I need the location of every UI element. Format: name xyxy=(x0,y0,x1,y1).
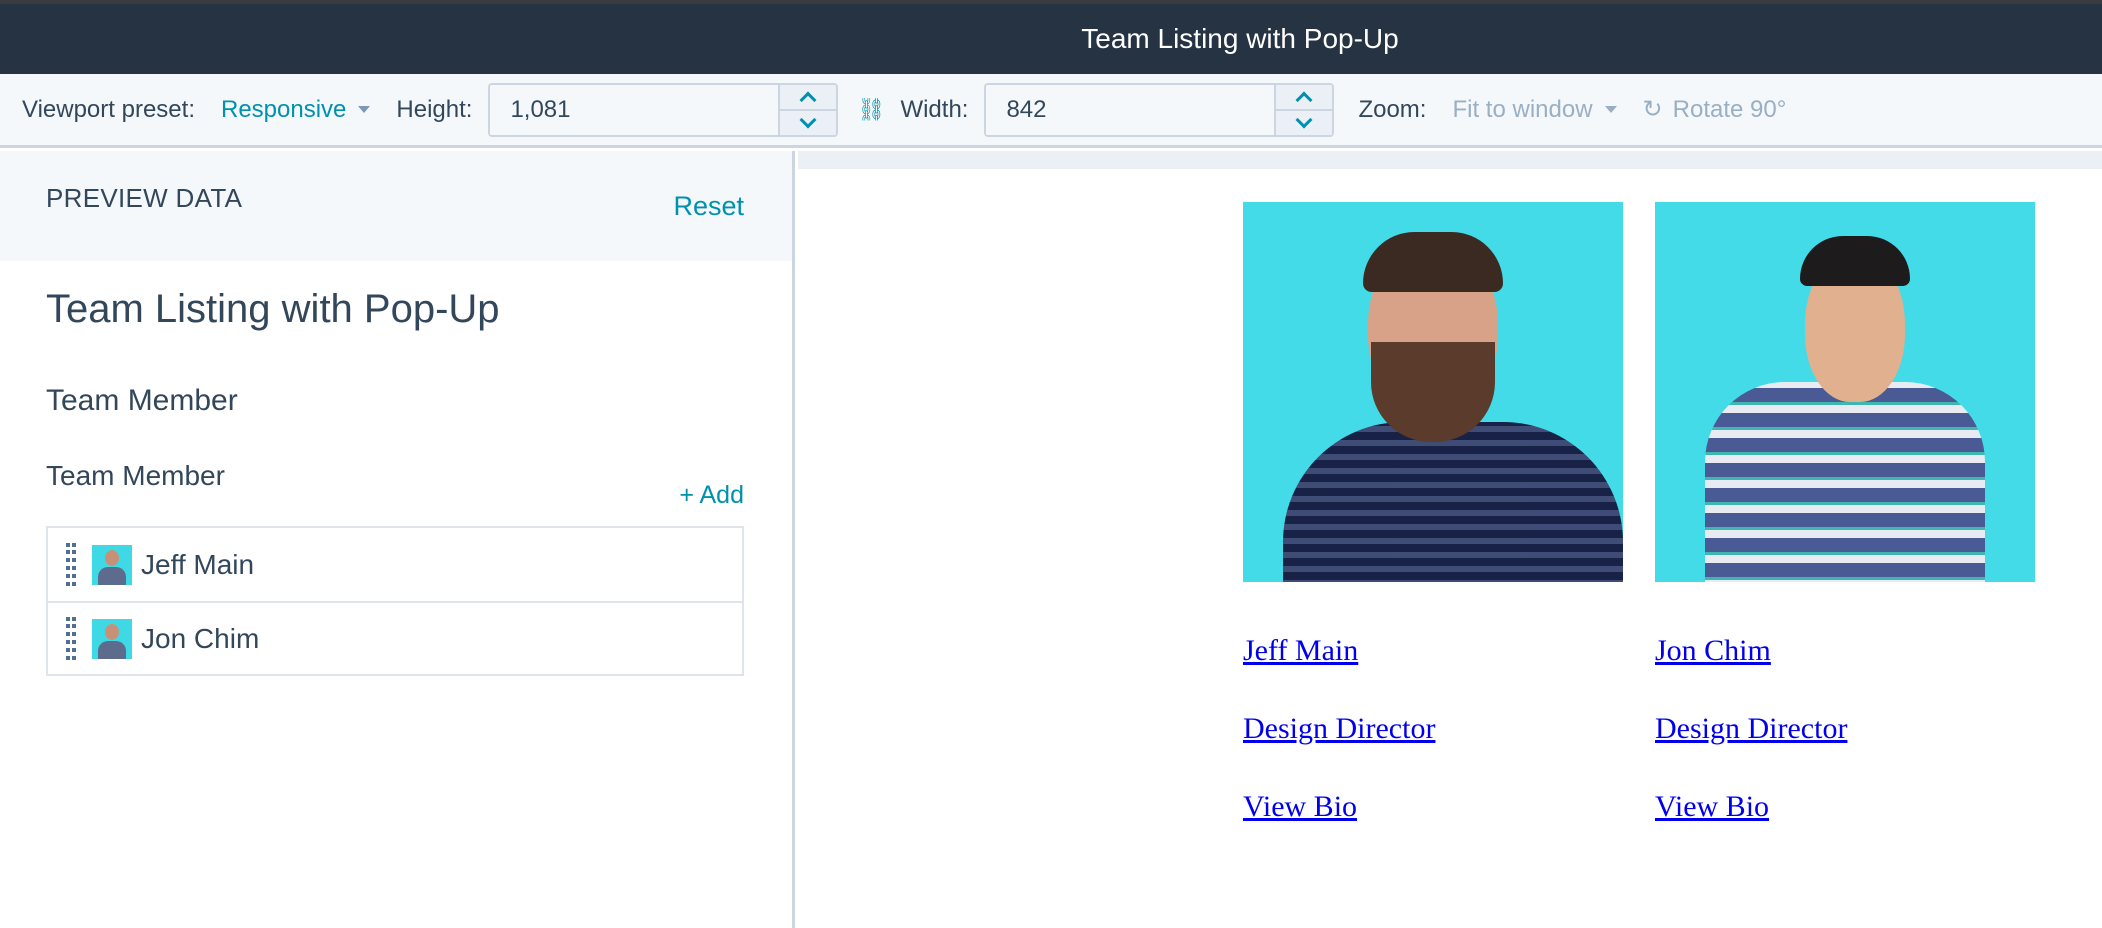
view-bio-link[interactable]: View Bio xyxy=(1655,790,2035,824)
zoom-value: Fit to window xyxy=(1452,95,1593,123)
view-bio-link[interactable]: View Bio xyxy=(1243,790,1623,824)
preview-canvas: Jeff Main Design Director View Bio Jon C… xyxy=(798,151,2102,928)
width-increment-button[interactable] xyxy=(1276,85,1333,111)
field-label: Team Member xyxy=(46,460,225,491)
height-input[interactable] xyxy=(490,84,779,135)
height-label: Height: xyxy=(396,95,473,123)
team-card: Jon Chim Design Director View Bio xyxy=(1655,202,2035,824)
module-title: Team Listing with Pop-Up xyxy=(46,287,500,331)
member-role-link[interactable]: Design Director xyxy=(1655,712,2035,746)
member-role-link[interactable]: Design Director xyxy=(1243,712,1623,746)
width-decrement-button[interactable] xyxy=(1276,111,1332,135)
team-cards: Jeff Main Design Director View Bio Jon C… xyxy=(1243,202,2035,824)
member-name-link[interactable]: Jon Chim xyxy=(1655,634,2035,668)
width-field xyxy=(984,82,1335,137)
caret-down-icon xyxy=(358,106,371,113)
chevron-down-icon xyxy=(1295,111,1313,128)
viewport-preset-value: Responsive xyxy=(220,95,347,123)
reset-button[interactable]: Reset xyxy=(673,191,744,261)
zoom-dropdown[interactable]: Fit to window xyxy=(1452,95,1617,124)
viewport-toolbar: Viewport preset: Responsive Height: ⛓ Wi… xyxy=(0,74,2102,148)
list-item[interactable]: Jon Chim xyxy=(48,601,742,674)
width-stepper xyxy=(1274,84,1333,135)
rotate-icon: ↻ xyxy=(1642,96,1663,123)
chevron-up-icon xyxy=(799,91,817,108)
list-item[interactable]: Jeff Main xyxy=(48,528,742,601)
drag-handle-icon[interactable] xyxy=(66,542,76,587)
member-name: Jeff Main xyxy=(141,548,255,580)
rotate-button[interactable]: ↻ Rotate 90° xyxy=(1643,95,1787,124)
window-title: Team Listing with Pop-Up xyxy=(1081,23,1399,54)
height-field xyxy=(488,82,839,137)
avatar xyxy=(92,618,132,659)
member-name: Jon Chim xyxy=(141,622,260,654)
drag-handle-icon[interactable] xyxy=(66,616,76,661)
height-stepper xyxy=(778,84,837,135)
member-photo xyxy=(1655,202,2035,582)
panel-heading: PREVIEW DATA xyxy=(46,183,243,213)
rotate-label: Rotate 90° xyxy=(1672,95,1787,123)
caret-down-icon xyxy=(1604,106,1617,113)
add-member-button[interactable]: + Add xyxy=(679,481,744,510)
viewport-preset-dropdown[interactable]: Responsive xyxy=(220,95,371,124)
width-input[interactable] xyxy=(986,84,1275,135)
link-dimensions-icon[interactable]: ⛓ xyxy=(857,97,885,123)
height-decrement-button[interactable] xyxy=(780,111,836,135)
width-label: Width: xyxy=(900,95,969,123)
zoom-label: Zoom: xyxy=(1358,95,1427,123)
member-photo xyxy=(1243,202,1623,582)
preview-top-strip xyxy=(798,151,2102,169)
member-name-link[interactable]: Jeff Main xyxy=(1243,634,1623,668)
field-header: Team Member + Add xyxy=(46,460,744,509)
team-card: Jeff Main Design Director View Bio xyxy=(1243,202,1623,824)
group-title: Team Member xyxy=(46,384,238,417)
title-bar: Team Listing with Pop-Up xyxy=(0,4,2102,74)
preview-data-panel: PREVIEW DATA Reset Team Listing with Pop… xyxy=(0,151,795,928)
chevron-up-icon xyxy=(1295,91,1313,108)
panel-header: PREVIEW DATA Reset xyxy=(0,151,792,261)
chevron-down-icon xyxy=(799,111,817,128)
avatar xyxy=(92,544,132,585)
team-member-list: Jeff Main Jon Chim xyxy=(46,526,744,676)
height-increment-button[interactable] xyxy=(780,85,837,111)
viewport-preset-label: Viewport preset: xyxy=(22,95,195,123)
